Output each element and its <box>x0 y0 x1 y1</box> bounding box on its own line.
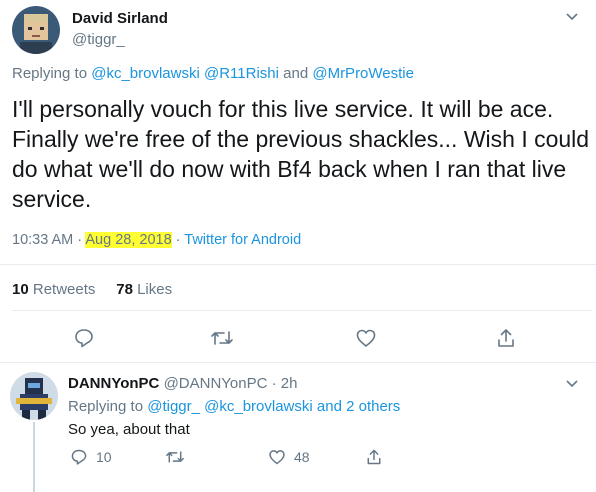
divider <box>0 264 596 265</box>
like-icon[interactable] <box>354 326 378 350</box>
retweets-stat[interactable]: 10 Retweets <box>12 281 95 298</box>
replying-prefix: Replying to <box>68 398 144 415</box>
retweet-icon <box>166 451 184 463</box>
tweet-text: I'll personally vouch for this live serv… <box>12 96 590 212</box>
tweet-text: So yea, about that <box>68 421 190 438</box>
reply-header: DANNYonPC @DANNYonPC · 2h <box>68 375 297 392</box>
chevron-down-icon[interactable] <box>565 379 579 389</box>
tweet-source[interactable]: Twitter for Android <box>184 232 301 248</box>
tweet-stats: 10 Retweets 78 Likes <box>12 281 172 298</box>
reply-count: 10 <box>96 449 112 465</box>
chevron-down-icon[interactable] <box>565 12 579 22</box>
mention-link[interactable]: @R11Rishi <box>204 65 279 82</box>
mention-link[interactable]: @tiggr_ @kc_brovlawski and 2 others <box>147 398 400 415</box>
divider <box>12 310 592 311</box>
replying-prefix: Replying to <box>12 65 88 82</box>
mention-link[interactable]: @kc_brovlawski <box>91 65 200 82</box>
author-name[interactable]: David Sirland <box>72 10 168 27</box>
replying-to: Replying to @tiggr_ @kc_brovlawski and 2… <box>68 398 400 415</box>
share-button[interactable] <box>365 447 383 467</box>
like-icon <box>269 450 285 465</box>
like-button[interactable]: 48 <box>268 447 310 467</box>
likes-stat[interactable]: 78 Likes <box>116 281 172 298</box>
share-icon <box>367 449 381 465</box>
divider <box>0 362 596 363</box>
mention-and: and <box>283 65 309 82</box>
thread-line <box>33 422 35 492</box>
mention-link[interactable]: @MrProWestie <box>312 65 414 82</box>
reply-icon[interactable] <box>72 326 96 350</box>
meta-separator: · <box>271 375 277 392</box>
tweet-date[interactable]: Aug 28, 2018 <box>85 232 172 248</box>
replying-to: Replying to @kc_brovlawski @R11Rishi and… <box>12 65 414 82</box>
meta-separator: · <box>175 232 185 248</box>
avatar[interactable] <box>10 372 58 420</box>
like-count: 48 <box>294 449 310 465</box>
author-handle[interactable]: @DANNYonPC <box>164 375 268 392</box>
tweet-meta: 10:33 AM · Aug 28, 2018 · Twitter for An… <box>12 232 301 248</box>
retweet-button[interactable] <box>165 447 185 467</box>
author-handle[interactable]: @tiggr_ <box>72 31 125 48</box>
tweet-time[interactable]: 2h <box>281 375 298 392</box>
author-name[interactable]: DANNYonPC <box>68 375 159 392</box>
retweet-icon[interactable] <box>210 326 234 350</box>
share-icon[interactable] <box>494 326 518 350</box>
tweet-time[interactable]: 10:33 AM <box>12 232 73 248</box>
reply-button[interactable]: 10 <box>70 447 112 467</box>
avatar[interactable] <box>12 6 60 54</box>
reply-icon <box>71 449 87 465</box>
